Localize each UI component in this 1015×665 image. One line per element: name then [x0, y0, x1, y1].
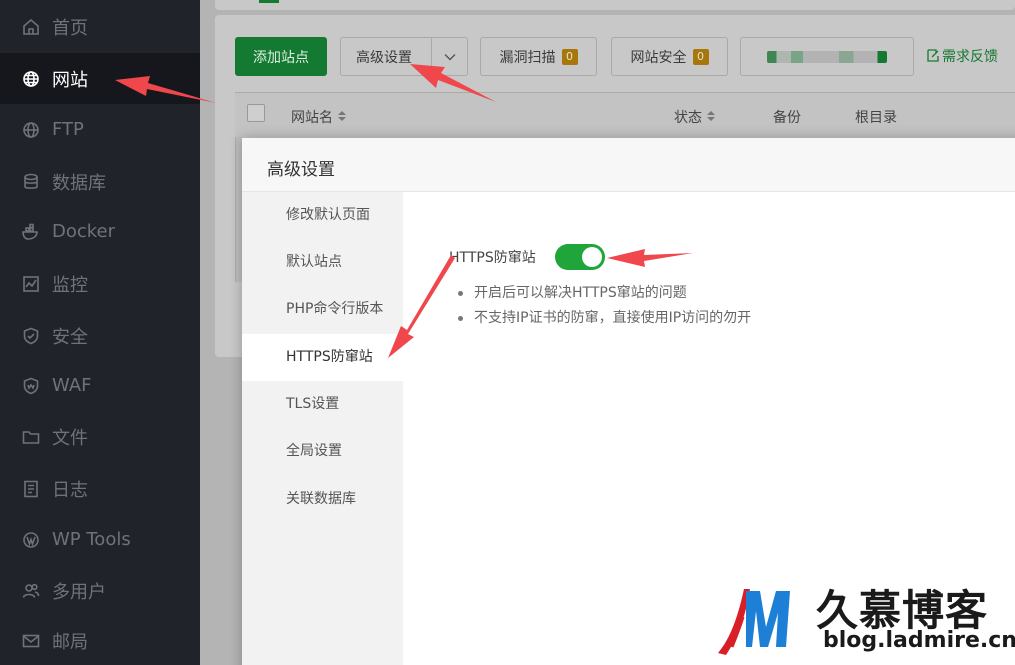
sidebar-item-database[interactable]: 数据库: [0, 156, 200, 207]
sidebar-item-waf[interactable]: WAF: [0, 360, 200, 411]
globe-icon: [22, 70, 40, 88]
sidebar-item-files[interactable]: 文件: [0, 411, 200, 462]
sidebar-item-websites[interactable]: 网站: [0, 53, 200, 104]
column-backup: 备份: [773, 110, 801, 126]
column-status[interactable]: 状态: [674, 107, 716, 127]
tip-item: 开启后可以解决HTTPS窜站的问题: [456, 283, 751, 308]
sidebar-item-wp-tools[interactable]: WP Tools: [0, 514, 200, 565]
folder-icon: [22, 428, 40, 446]
wordpress-icon: [22, 531, 40, 549]
add-site-button[interactable]: 添加站点: [235, 37, 327, 76]
https-anti-hijack-label: HTTPS防窜站: [449, 250, 536, 266]
settings-menu: 修改默认页面 默认站点 PHP命令行版本 HTTPS防窜站 TLS设置 全局设置…: [242, 192, 403, 665]
mail-icon: [22, 632, 40, 650]
sort-icon: [338, 111, 347, 121]
column-site-name[interactable]: 网站名: [291, 107, 347, 127]
top-panel-strip: [215, 0, 1015, 10]
globe-icon: [22, 121, 40, 139]
vulnerability-count-badge: 0: [561, 48, 578, 65]
select-all-checkbox[interactable]: [247, 104, 265, 122]
home-icon: [22, 18, 40, 36]
sidebar-item-security[interactable]: 安全: [0, 310, 200, 361]
waf-shield-icon: [22, 377, 40, 395]
blurred-action-button[interactable]: [740, 37, 914, 76]
site-security-label: 网站安全: [630, 49, 687, 66]
sidebar-item-ftp[interactable]: FTP: [0, 104, 200, 155]
sidebar-item-logs[interactable]: 日志: [0, 463, 200, 514]
feedback-link[interactable]: 需求反馈: [927, 46, 998, 66]
sidebar-item-label: 安全: [52, 326, 88, 348]
sidebar-item-mail[interactable]: 邮局: [0, 615, 200, 665]
vulnerability-scan-label: 漏洞扫描: [499, 49, 556, 66]
menu-item-tls-settings[interactable]: TLS设置: [242, 381, 403, 428]
site-security-button[interactable]: 网站安全 0: [611, 37, 728, 76]
log-icon: [22, 480, 40, 498]
column-root-dir: 根目录: [855, 110, 897, 126]
modal-header: 高级设置: [242, 138, 1015, 192]
site-table-header: 网站名 状态 备份 根目录: [235, 92, 1015, 137]
sidebar-item-label: 邮局: [52, 631, 88, 653]
edit-icon: [927, 49, 939, 62]
shield-icon: [22, 327, 40, 345]
sidebar-item-multi-user[interactable]: 多用户: [0, 565, 200, 616]
menu-item-default-site[interactable]: 默认站点: [242, 239, 403, 286]
toggle-knob: [582, 247, 602, 267]
blurred-content: [767, 50, 887, 63]
sidebar-item-label: 网站: [52, 69, 88, 91]
watermark-logo: [718, 589, 790, 655]
menu-item-https-anti-hijack[interactable]: HTTPS防窜站: [242, 334, 403, 381]
watermark-url: blog.ladmire.cn: [823, 628, 1015, 653]
column-site-name-label: 网站名: [291, 110, 333, 126]
users-icon: [22, 582, 40, 600]
sidebar-item-label: WP Tools: [52, 529, 131, 550]
sidebar-item-monitor[interactable]: 监控: [0, 258, 200, 309]
sidebar-item-label: 监控: [52, 274, 88, 296]
watermark: 久慕博客 blog.ladmire.cn: [716, 573, 1015, 665]
tip-item: 不支持IP证书的防窜，直接使用IP访问的勿开: [456, 308, 751, 333]
site-security-count-badge: 0: [692, 48, 709, 65]
menu-item-php-cli-version[interactable]: PHP命令行版本: [242, 286, 403, 333]
column-status-label: 状态: [674, 110, 702, 126]
vulnerability-scan-button[interactable]: 漏洞扫描 0: [480, 37, 597, 76]
sidebar-item-label: Docker: [52, 221, 116, 242]
sidebar-item-label: WAF: [52, 375, 92, 396]
sidebar-item-home[interactable]: 首页: [0, 1, 200, 52]
sidebar-item-label: 数据库: [52, 172, 106, 194]
sidebar: 首页 网站 FTP 数据库 Docker 监控 安全 WAF 文件 日志 WP …: [0, 0, 200, 665]
docker-icon: [22, 223, 40, 241]
monitor-icon: [22, 275, 40, 293]
active-tab-indicator: [259, 0, 279, 3]
sidebar-item-label: 日志: [52, 479, 88, 501]
advanced-settings-label: 高级设置: [356, 49, 412, 66]
chevron-down-icon: [444, 53, 455, 60]
sidebar-item-label: 首页: [52, 17, 88, 39]
setting-tips: 开启后可以解决HTTPS窜站的问题 不支持IP证书的防窜，直接使用IP访问的勿开: [456, 283, 751, 333]
sidebar-item-label: FTP: [52, 119, 84, 140]
menu-item-default-page[interactable]: 修改默认页面: [242, 192, 403, 239]
https-anti-hijack-toggle[interactable]: [555, 244, 605, 270]
sidebar-item-label: 多用户: [52, 581, 106, 603]
sidebar-item-label: 文件: [52, 427, 88, 449]
feedback-label: 需求反馈: [942, 49, 998, 65]
database-icon: [22, 173, 40, 191]
sidebar-item-docker[interactable]: Docker: [0, 206, 200, 257]
menu-item-global-settings[interactable]: 全局设置: [242, 428, 403, 475]
modal-title: 高级设置: [267, 160, 335, 180]
sort-icon: [707, 111, 716, 121]
menu-item-linked-database[interactable]: 关联数据库: [242, 476, 403, 523]
advanced-settings-dropdown[interactable]: [431, 38, 467, 75]
advanced-settings-button[interactable]: 高级设置: [340, 37, 468, 76]
